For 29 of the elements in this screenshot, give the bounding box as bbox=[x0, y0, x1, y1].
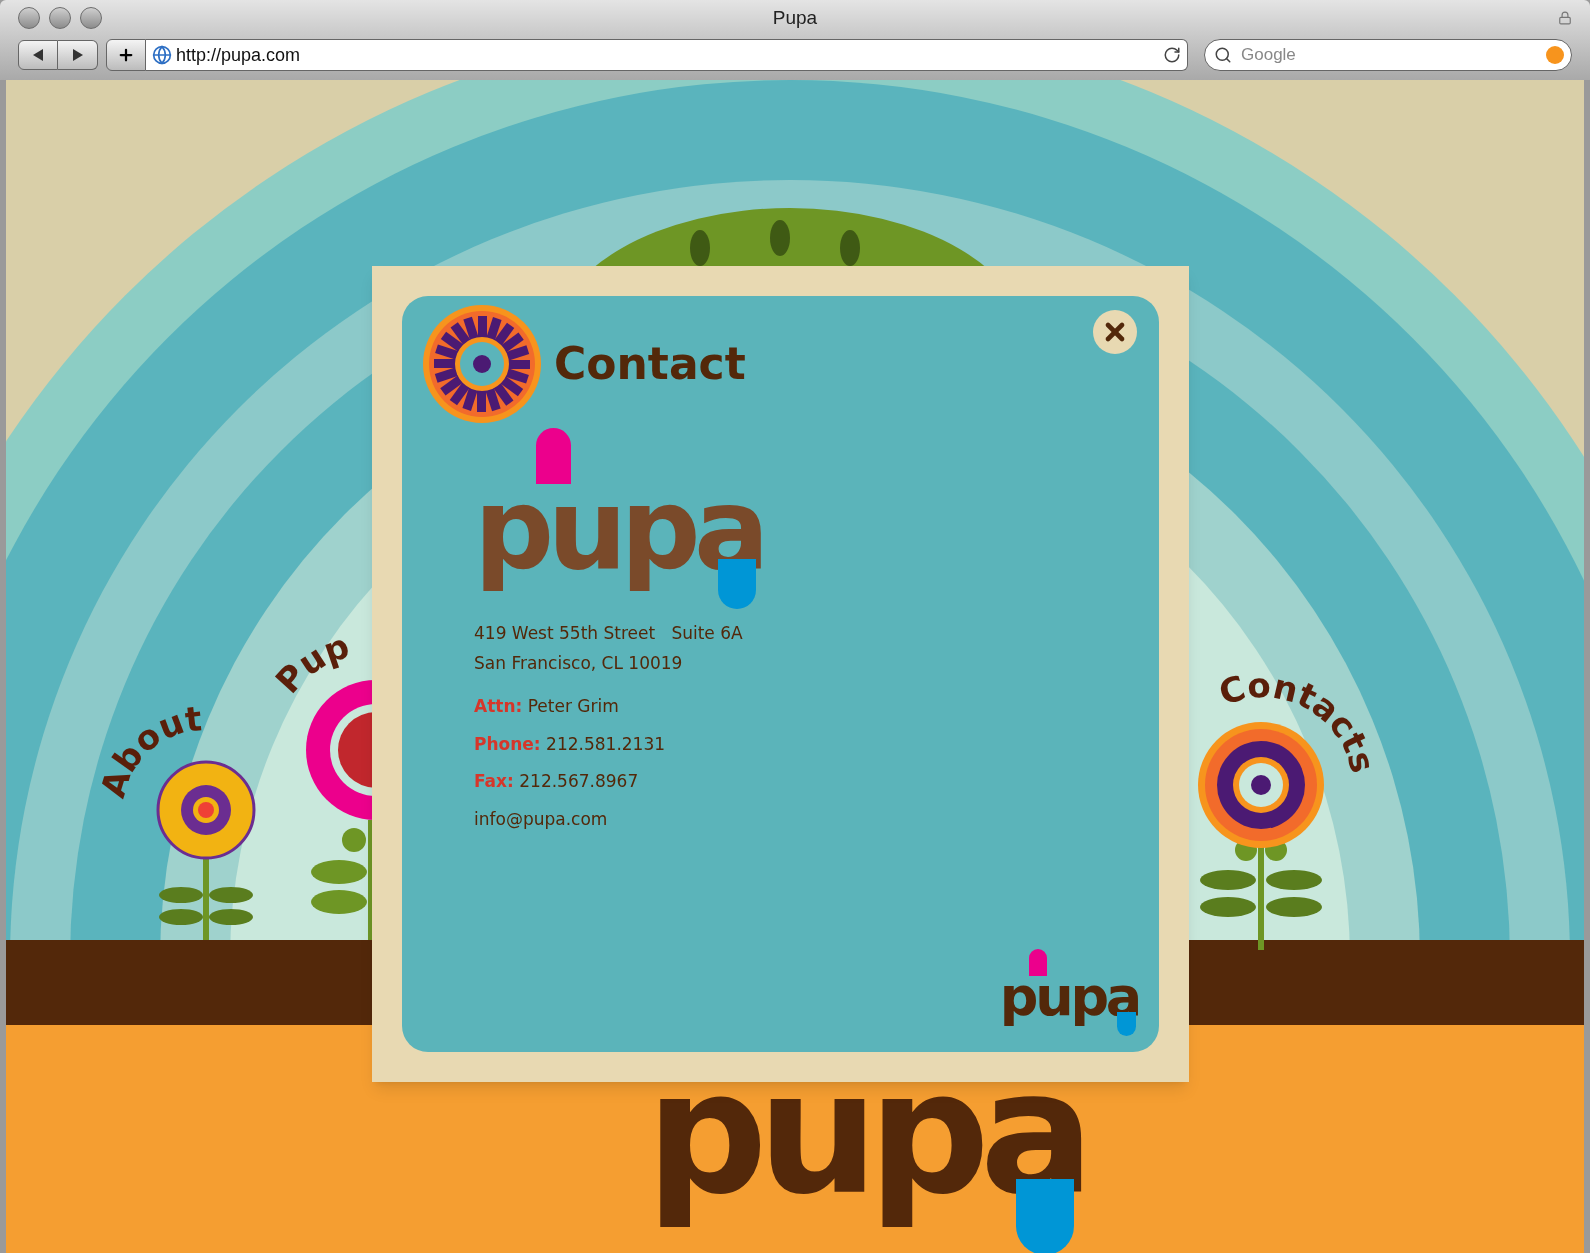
window-control-button[interactable] bbox=[80, 7, 102, 29]
window-control-button[interactable] bbox=[18, 7, 40, 29]
forward-button[interactable] bbox=[58, 40, 98, 70]
dialog-title: Contact bbox=[554, 337, 746, 391]
reload-icon[interactable] bbox=[1163, 46, 1181, 64]
back-button[interactable] bbox=[18, 40, 58, 70]
window-control-button[interactable] bbox=[49, 7, 71, 29]
add-bookmark-button[interactable] bbox=[106, 39, 146, 71]
nav-link[interactable]: Pup bbox=[267, 625, 355, 701]
plus-icon bbox=[117, 46, 135, 64]
address-field[interactable]: http://pupa.com bbox=[146, 39, 1188, 71]
globe-icon bbox=[152, 45, 172, 65]
address-line: 419 West 55th Street Suite 6A bbox=[474, 622, 744, 646]
search-field[interactable]: Google bbox=[1204, 39, 1572, 71]
address-line: San Francisco, CL 10019 bbox=[474, 651, 684, 675]
flower-icon bbox=[422, 304, 542, 424]
search-icon bbox=[1214, 46, 1232, 64]
email-link[interactable]: info@pupa.com bbox=[474, 806, 1139, 833]
close-button[interactable] bbox=[1093, 310, 1137, 354]
contact-detail: Attn: Peter Grim bbox=[474, 695, 620, 719]
window-title: Pupa bbox=[772, 5, 818, 30]
url-text: http://pupa.com bbox=[176, 43, 302, 67]
pupa-logo: pupa bbox=[474, 428, 763, 610]
corner-logo: pupa bbox=[999, 948, 1139, 1036]
forward-arrow-icon bbox=[72, 49, 83, 61]
lock-icon bbox=[1558, 11, 1572, 25]
back-arrow-icon bbox=[33, 49, 43, 61]
contact-detail: Fax: 212.567.8967 bbox=[474, 770, 640, 794]
contact-detail: Phone: 212.581.2131 bbox=[474, 732, 667, 756]
